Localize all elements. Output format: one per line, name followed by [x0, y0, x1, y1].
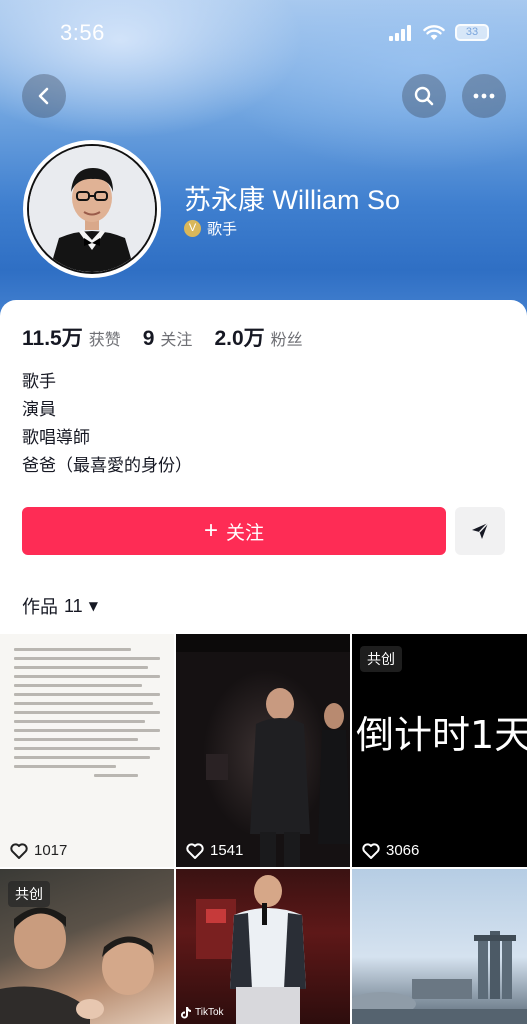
video-tile[interactable]: 1017 — [0, 634, 174, 867]
stat-likes-value: 11.5万 — [22, 327, 83, 350]
tiktok-logo-icon — [181, 1007, 191, 1019]
video-tile[interactable]: 共创 倒计时1天 3066 — [352, 634, 527, 867]
share-button[interactable] — [455, 507, 505, 555]
video-overlay-text: 倒计时1天 — [356, 713, 527, 757]
heart-icon — [10, 842, 28, 859]
stat-following[interactable]: 9 关注 — [143, 326, 193, 351]
status-icons: 33 — [389, 24, 489, 41]
performer-thumbnail — [176, 634, 350, 867]
stat-following-value: 9 — [142, 327, 155, 350]
battery-indicator: 33 — [455, 24, 489, 41]
collab-badge: 共创 — [8, 881, 50, 907]
like-count: 3066 — [362, 842, 419, 859]
verified-badge-icon: V — [184, 220, 201, 237]
works-label: 作品 — [22, 597, 58, 618]
tiktok-watermark: TikTok — [180, 1006, 224, 1019]
heart-icon — [362, 842, 380, 859]
like-count-value: 1017 — [34, 842, 68, 859]
works-count: 11 — [64, 595, 83, 616]
stat-likes-label: 获赞 — [88, 330, 121, 349]
profile-name: 苏永康 William So — [184, 185, 401, 215]
stats-row: 11.5万 获赞 9 关注 2.0万 粉丝 — [22, 322, 325, 352]
stat-likes[interactable]: 11.5万 获赞 — [22, 322, 121, 352]
status-time: 3:56 — [60, 20, 105, 45]
search-button[interactable] — [402, 74, 446, 118]
stat-followers[interactable]: 2.0万 粉丝 — [214, 322, 302, 352]
verified-label: 歌手 — [207, 220, 238, 238]
chevron-down-icon: ▼ — [88, 599, 98, 613]
status-bar: 3:56 33 — [0, 0, 527, 70]
bio-line: 演員 — [22, 400, 56, 420]
text-document-thumbnail — [14, 648, 160, 783]
stat-following-label: 关注 — [160, 330, 193, 349]
more-icon — [473, 93, 495, 99]
avatar[interactable] — [23, 140, 161, 278]
verified-row: V 歌手 — [184, 218, 237, 239]
back-button[interactable] — [22, 74, 66, 118]
search-icon — [414, 86, 434, 106]
bio-line: 歌唱導師 — [22, 428, 90, 448]
video-grid: 1017 1541 共创 倒计时1天 3066 共创 TikTok — [0, 634, 527, 1024]
signal-icon — [389, 24, 411, 41]
video-tile[interactable]: 共创 — [0, 869, 174, 1024]
works-tab[interactable]: 作品 11 ▼ — [22, 593, 98, 619]
like-count-value: 1541 — [210, 842, 244, 859]
like-count-value: 3066 — [386, 842, 420, 859]
like-count: 1541 — [186, 842, 243, 859]
stat-followers-value: 2.0万 — [214, 327, 265, 350]
bio-line: 爸爸（最喜愛的身份） — [22, 456, 192, 476]
stat-followers-label: 粉丝 — [270, 330, 303, 349]
plus-icon: + — [203, 517, 218, 544]
skyline-thumbnail — [352, 931, 527, 1024]
video-tile[interactable]: 1541 — [176, 634, 350, 867]
bio: 歌手 演員 歌唱導師 爸爸（最喜愛的身份） — [22, 368, 192, 480]
heart-icon — [186, 842, 204, 859]
bio-line: 歌手 — [22, 372, 56, 392]
share-icon — [472, 522, 489, 539]
tiktok-watermark-text: TikTok — [195, 1007, 224, 1018]
video-tile[interactable]: TikTok — [176, 869, 350, 1024]
avatar-portrait — [29, 146, 155, 272]
video-tile[interactable] — [352, 869, 527, 1024]
more-button[interactable] — [462, 74, 506, 118]
follow-label: 关注 — [226, 521, 265, 544]
like-count: 1017 — [10, 842, 67, 859]
wifi-icon — [423, 24, 445, 40]
collab-badge: 共创 — [360, 646, 402, 672]
follow-button[interactable]: + 关注 — [22, 507, 446, 555]
back-icon — [38, 87, 49, 105]
interview-thumbnail — [196, 875, 306, 1024]
